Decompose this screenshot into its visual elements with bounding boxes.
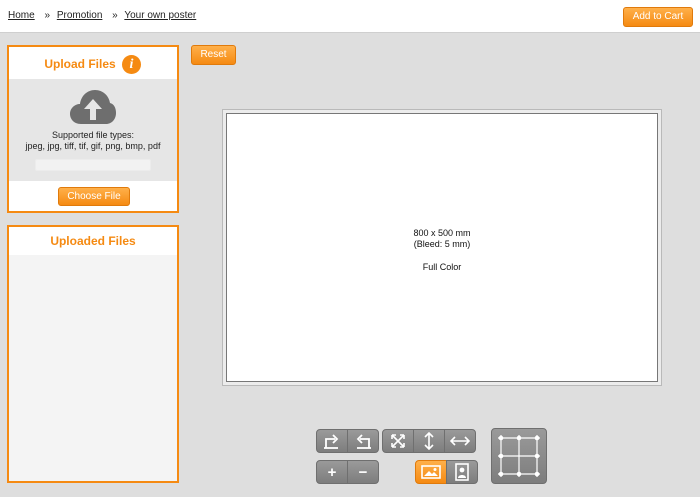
zoom-in-icon: + [327,463,337,481]
stretch-vertical-button[interactable] [413,429,445,453]
zoom-out-icon: − [358,463,368,481]
landscape-icon [421,465,441,479]
canvas-size: 800 x 500 mm [413,228,471,238]
alignment-grid-button[interactable] [491,428,547,484]
upload-files-title-text: Upload Files [44,57,116,71]
design-canvas[interactable]: 800 x 500 mm (Bleed: 5 mm) Full Color [226,113,658,382]
breadcrumb-separator: » [44,10,51,21]
landscape-orientation-button[interactable] [415,460,447,484]
rotate-right-icon [324,434,339,449]
fit-to-canvas-button[interactable] [382,429,414,453]
stretch-horizontal-button[interactable] [444,429,476,453]
file-drop-zone[interactable]: Supported file types: jpeg, jpg, tiff, t… [9,79,177,181]
breadcrumb-promotion[interactable]: Promotion [57,10,103,21]
breadcrumb-home[interactable]: Home [8,10,35,21]
supported-file-types: Supported file types: jpeg, jpg, tiff, t… [9,130,177,152]
supported-types-label: Supported file types: [51,130,135,140]
choose-file-button[interactable]: Choose File [58,187,130,206]
info-icon[interactable]: i [122,55,141,74]
canvas-info: 800 x 500 mm (Bleed: 5 mm) Full Color [227,228,657,273]
upload-progress-bar [35,159,151,171]
top-bar: Home » Promotion » Your own poster Add t… [0,0,700,33]
zoom-in-button[interactable]: + [316,460,348,484]
portrait-icon [455,463,469,481]
uploaded-files-title: Uploaded Files [9,227,177,255]
rotate-left-icon [356,434,371,449]
breadcrumb-separator: » [112,10,118,21]
rotate-left-button[interactable] [347,429,379,453]
reset-button[interactable]: Reset [191,45,236,65]
stretch-horizontal-icon [450,436,470,446]
zoom-out-button[interactable]: − [347,460,379,484]
stretch-vertical-icon [424,432,434,450]
alignment-grid-icon [498,435,540,477]
uploaded-files-panel: Uploaded Files [7,225,179,483]
upload-files-title: Upload Files i [9,47,177,81]
breadcrumb: Home » Promotion » Your own poster [8,10,196,21]
portrait-orientation-button[interactable] [446,460,478,484]
canvas-color-mode: Full Color [422,262,462,272]
rotate-right-button[interactable] [316,429,348,453]
canvas-bleed: (Bleed: 5 mm) [413,239,471,249]
upload-files-panel: Upload Files i Supported file types: jpe… [7,45,179,213]
breadcrumb-your-own-poster[interactable]: Your own poster [124,10,196,21]
add-to-cart-button[interactable]: Add to Cart [623,7,693,27]
cloud-upload-icon [70,90,116,124]
uploaded-files-list [9,255,177,481]
fit-icon [391,434,405,448]
design-canvas-frame: 800 x 500 mm (Bleed: 5 mm) Full Color [222,109,662,386]
supported-types-list: jpeg, jpg, tiff, tif, gif, png, bmp, pdf [25,141,161,151]
